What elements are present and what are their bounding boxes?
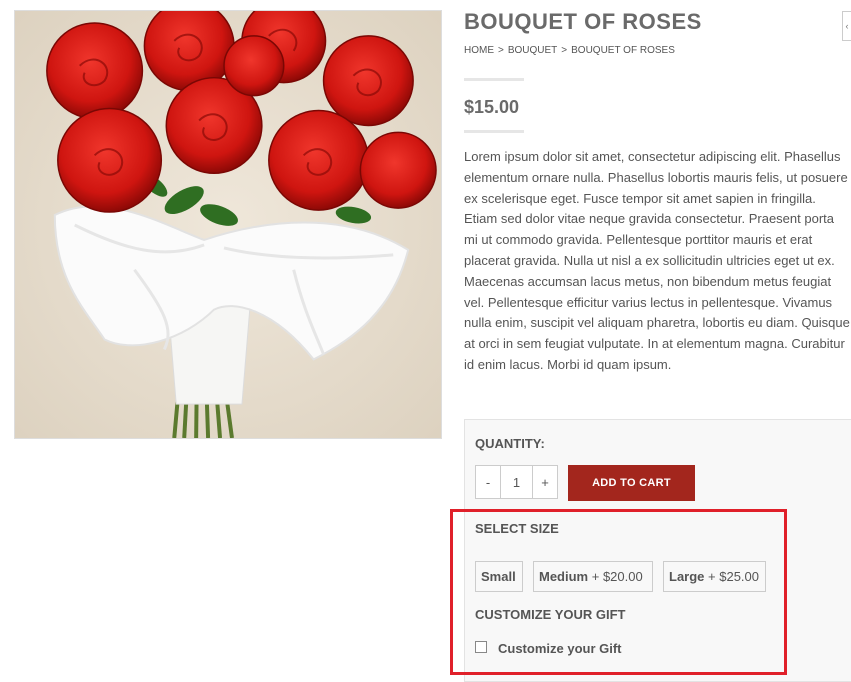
customize-gift-label[interactable]: Customize your Gift xyxy=(498,641,622,656)
product-price: $15.00 xyxy=(464,97,520,117)
breadcrumb-current: BOUQUET OF ROSES xyxy=(571,45,675,56)
product-description: Lorem ipsum dolor sit amet, consectetur … xyxy=(464,149,850,372)
breadcrumb-separator: > xyxy=(498,45,504,56)
quantity-input[interactable]: 1 xyxy=(500,466,533,498)
quantity-stepper: - 1 + xyxy=(475,465,558,499)
add-to-cart-button[interactable]: ADD TO CART xyxy=(568,465,695,501)
quantity-minus-button[interactable]: - xyxy=(476,466,500,498)
panel-toggle-button[interactable]: ‹ xyxy=(842,11,851,41)
breadcrumb-separator: > xyxy=(561,45,568,56)
size-option-name: Medium xyxy=(539,569,589,584)
breadcrumb-home[interactable]: HOME xyxy=(464,45,494,56)
size-option-small[interactable]: Small xyxy=(475,561,523,592)
breadcrumb: HOME > BOUQUET > BOUQUET OF ROSES xyxy=(464,45,675,56)
quantity-plus-button[interactable]: + xyxy=(533,466,557,498)
size-option-extra-price: + $20.00 xyxy=(591,569,643,584)
divider xyxy=(464,130,524,133)
select-size-label: SELECT SIZE xyxy=(475,521,559,536)
product-image xyxy=(14,10,442,439)
divider xyxy=(464,78,524,81)
product-title: BOUQUET OF ROSES xyxy=(464,9,702,34)
breadcrumb-bouquet[interactable]: BOUQUET xyxy=(508,45,557,56)
customize-gift-checkbox[interactable] xyxy=(475,641,487,653)
size-option-name: Small xyxy=(481,569,516,584)
chevron-left-icon: ‹ xyxy=(845,21,849,31)
size-option-name: Large xyxy=(669,569,705,584)
customize-heading: CUSTOMIZE YOUR GIFT xyxy=(475,607,626,622)
quantity-label: QUANTITY: xyxy=(475,436,545,451)
size-option-medium[interactable]: Medium + $20.00 xyxy=(533,561,653,592)
size-option-large[interactable]: Large + $25.00 xyxy=(663,561,766,592)
size-option-extra-price: + $25.00 xyxy=(708,569,759,584)
